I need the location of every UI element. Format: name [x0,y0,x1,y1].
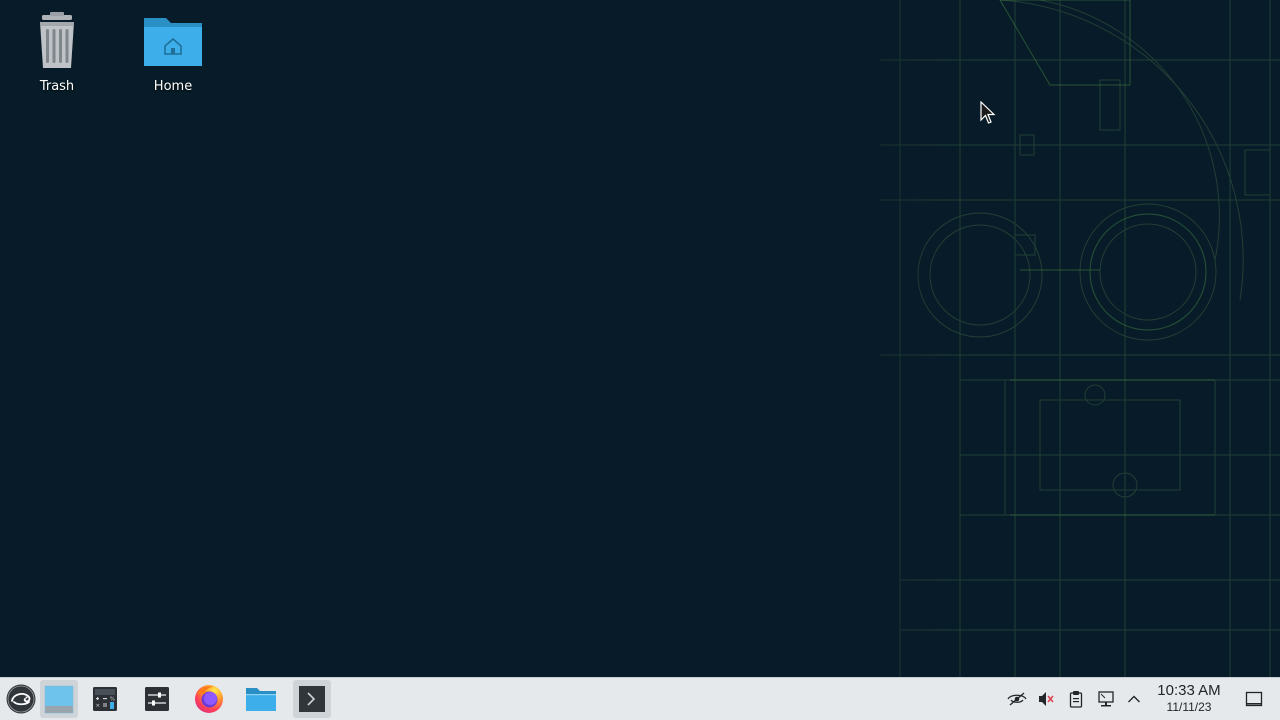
calculator-button[interactable]: % × [86,680,124,718]
terminal-button[interactable] [293,680,331,718]
mouse-cursor-icon [980,101,996,124]
trash-icon [40,12,74,68]
notification-square-icon [1245,691,1263,707]
network-tray-button[interactable] [1094,687,1118,711]
desktop-icon-trash[interactable]: Trash [7,10,107,102]
expand-tray-button[interactable] [1122,687,1146,711]
svg-text:%: % [110,697,115,703]
desktop-icon-label: Home [153,79,193,94]
calculator-icon: % × [93,687,117,711]
clipboard-tray-button[interactable] [1064,687,1088,711]
speaker-muted-icon [1039,692,1054,706]
firefox-icon [195,685,223,713]
clipboard-icon [1069,691,1083,708]
show-desktop-button[interactable] [40,680,78,718]
eye-slash-icon [1007,692,1027,706]
app-launcher-button[interactable] [2,680,40,718]
desktop-window-icon [44,685,74,714]
home-folder-icon [144,18,202,66]
settings-sliders-icon [145,687,169,711]
folder-icon [246,688,276,711]
desktop-icon-home[interactable]: Home [123,10,223,102]
firefox-button[interactable] [190,680,228,718]
svg-text:×: × [96,703,101,709]
desktop[interactable]: Trash Home [0,0,1280,677]
desktop-icon-label: Trash [39,79,75,94]
file-manager-button[interactable] [242,680,280,718]
opensuse-gecko-icon [6,684,36,714]
chevron-up-icon [1128,695,1140,703]
taskbar: % × 10:33 AM 11/11/23 [0,677,1280,720]
clock-date: 11/11/23 [1166,700,1212,714]
system-settings-button[interactable] [138,680,176,718]
privacy-tray-button[interactable] [1005,687,1029,711]
notifications-tray-button[interactable] [1242,687,1266,711]
terminal-icon [299,686,325,712]
wired-network-icon [1098,691,1114,707]
digital-clock[interactable]: 10:33 AM 11/11/23 [1146,682,1232,714]
volume-tray-button[interactable] [1034,687,1058,711]
clock-time: 10:33 AM [1157,682,1221,699]
